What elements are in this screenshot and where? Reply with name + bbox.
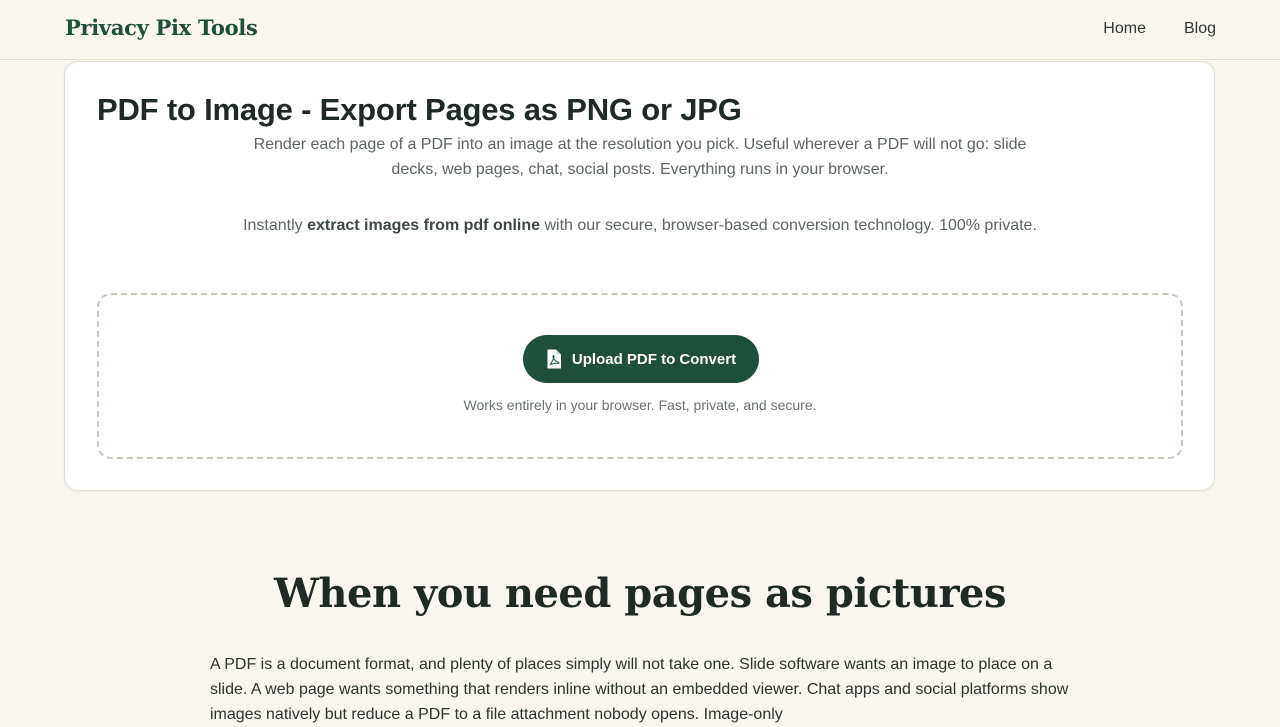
nav-link-blog[interactable]: Blog [1184,20,1216,38]
file-pdf-icon [546,349,562,369]
tool-card: PDF to Image - Export Pages as PNG or JP… [64,61,1215,491]
upload-pdf-button[interactable]: Upload PDF to Convert [523,335,759,383]
subtitle-suffix: with our secure, browser-based conversio… [540,217,1037,234]
main-nav: Home Blog [1103,20,1216,38]
section-body-text: A PDF is a document format, and plenty o… [210,656,1069,723]
dropzone-note: Works entirely in your browser. Fast, pr… [463,397,817,413]
tool-description: Render each page of a PDF into an image … [253,136,1027,178]
section-heading: When you need pages as pictures [274,570,1007,617]
upload-dropzone[interactable]: Upload PDF to Convert Works entirely in … [97,293,1183,459]
subtitle-prefix: Instantly [243,217,308,234]
subtitle-keyword: extract images from pdf online [307,217,541,234]
tool-subtitle: Instantly extract images from pdf online… [240,213,1040,238]
page-title: PDF to Image - Export Pages as PNG or JP… [97,92,742,127]
upload-button-label: Upload PDF to Convert [571,350,737,368]
nav-link-home[interactable]: Home [1103,20,1146,38]
site-logo[interactable]: Privacy Pix Tools [65,15,258,40]
top-nav-bar: Privacy Pix Tools Home Blog [0,0,1280,60]
